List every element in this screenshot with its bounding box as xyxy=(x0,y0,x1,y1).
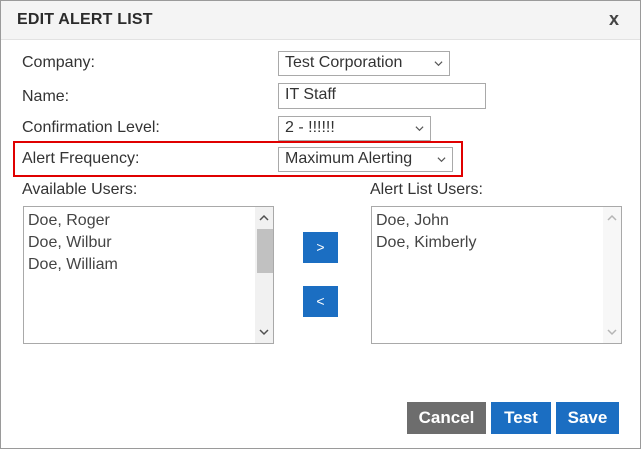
list-item[interactable]: Doe, William xyxy=(24,254,273,276)
save-button[interactable]: Save xyxy=(556,402,619,434)
alert-list-users-label: Alert List Users: xyxy=(370,181,483,198)
remove-user-button[interactable]: < xyxy=(303,286,338,317)
company-label: Company: xyxy=(22,54,95,71)
list-item[interactable]: Doe, Wilbur xyxy=(24,232,273,254)
available-users-label: Available Users: xyxy=(22,181,138,198)
close-button[interactable]: x xyxy=(609,9,619,30)
name-field[interactable]: IT Staff xyxy=(278,83,486,109)
alert-list-users-list[interactable]: Doe, John Doe, Kimberly xyxy=(371,206,622,344)
edit-alert-list-dialog: EDIT ALERT LIST x Company: Test Corporat… xyxy=(0,0,641,449)
scrollbar-thumb[interactable] xyxy=(257,229,273,273)
list-item[interactable]: Doe, Kimberly xyxy=(372,232,621,254)
chevron-down-icon xyxy=(437,157,446,163)
chevron-up-icon[interactable] xyxy=(607,213,617,223)
company-select-value: Test Corporation xyxy=(285,54,403,71)
dialog-titlebar: EDIT ALERT LIST x xyxy=(1,1,640,40)
list-item[interactable]: Doe, John xyxy=(372,210,621,232)
chevron-down-icon[interactable] xyxy=(259,327,269,337)
name-label: Name: xyxy=(22,88,70,105)
confirmation-level-select[interactable]: 2 - !!!!!! xyxy=(278,116,431,141)
alert-list-users-scrollbar[interactable] xyxy=(603,207,621,343)
chevron-down-icon xyxy=(434,61,443,67)
alert-frequency-select[interactable]: Maximum Alerting xyxy=(278,147,453,172)
chevron-up-icon[interactable] xyxy=(259,213,269,223)
alert-frequency-value: Maximum Alerting xyxy=(285,150,413,167)
dialog-title: EDIT ALERT LIST xyxy=(17,11,153,28)
alert-frequency-label: Alert Frequency: xyxy=(22,150,140,167)
chevron-down-icon xyxy=(415,126,424,132)
company-select[interactable]: Test Corporation xyxy=(278,51,450,76)
test-button[interactable]: Test xyxy=(491,402,551,434)
available-users-scrollbar[interactable] xyxy=(255,207,273,343)
name-field-value: IT Staff xyxy=(285,86,336,103)
chevron-down-icon[interactable] xyxy=(607,327,617,337)
cancel-button[interactable]: Cancel xyxy=(407,402,486,434)
list-item[interactable]: Doe, Roger xyxy=(24,210,273,232)
add-user-button[interactable]: > xyxy=(303,232,338,263)
confirmation-level-value: 2 - !!!!!! xyxy=(285,119,335,136)
available-users-list[interactable]: Doe, Roger Doe, Wilbur Doe, William xyxy=(23,206,274,344)
confirmation-level-label: Confirmation Level: xyxy=(22,119,160,136)
